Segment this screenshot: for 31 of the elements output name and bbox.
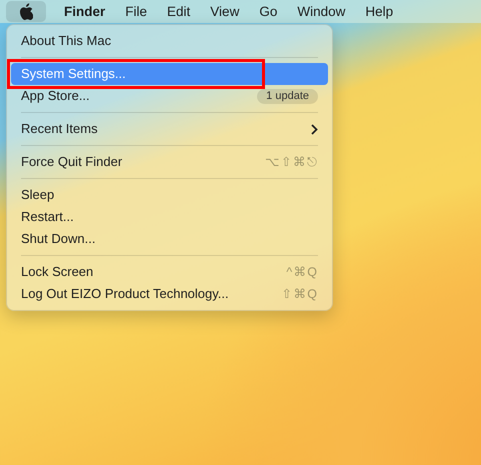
menu-bar-item[interactable]: Edit (157, 0, 200, 23)
menu-item[interactable]: Log Out EIZO Product Technology... ⇧⌘Q (11, 283, 328, 305)
menu-item-label: About This Mac (21, 32, 112, 50)
menu-bar-item[interactable]: Window (287, 0, 356, 23)
menu-item[interactable]: App Store... 1 update (11, 85, 328, 107)
app-menu-title[interactable]: Finder (54, 0, 116, 23)
menu-item[interactable]: Force Quit Finder ⌥⇧⌘⎋ (11, 151, 328, 173)
update-count-badge: 1 update (257, 88, 318, 104)
keyboard-shortcut: ⇧⌘Q (281, 286, 318, 303)
menu-item[interactable]: Restart... (11, 206, 328, 228)
menu-item-label: Lock Screen (21, 263, 94, 282)
menu-item[interactable]: Recent Items (11, 118, 328, 140)
menu-item-label: App Store... (21, 87, 90, 106)
menu-bar-item[interactable]: Go (249, 0, 288, 23)
menu-item-label: Log Out EIZO Product Technology... (21, 285, 229, 304)
menu-item[interactable]: Shut Down... (11, 228, 328, 250)
menu-item-label: Recent Items (21, 120, 98, 138)
menu-bar-item[interactable]: File (115, 0, 158, 23)
menu-item[interactable]: About This Mac (11, 30, 328, 52)
menu-item-label: Sleep (21, 186, 54, 204)
menu-item[interactable]: Lock Screen ^⌘Q (11, 261, 328, 283)
menu-bar-item[interactable]: Help (355, 0, 404, 23)
menu-item-label: Restart... (21, 208, 74, 226)
keyboard-shortcut: ^⌘Q (286, 264, 318, 281)
menu-bar-item[interactable]: View (200, 0, 250, 23)
keyboard-shortcut: ⌥⇧⌘⎋ (265, 154, 318, 171)
menu-item-label: Shut Down... (21, 230, 96, 248)
menu-item[interactable]: Sleep (11, 184, 328, 206)
apple-logo-icon[interactable] (6, 1, 46, 22)
menu-item-label: Force Quit Finder (21, 153, 122, 172)
menu-item-label: System Settings... (21, 65, 126, 84)
